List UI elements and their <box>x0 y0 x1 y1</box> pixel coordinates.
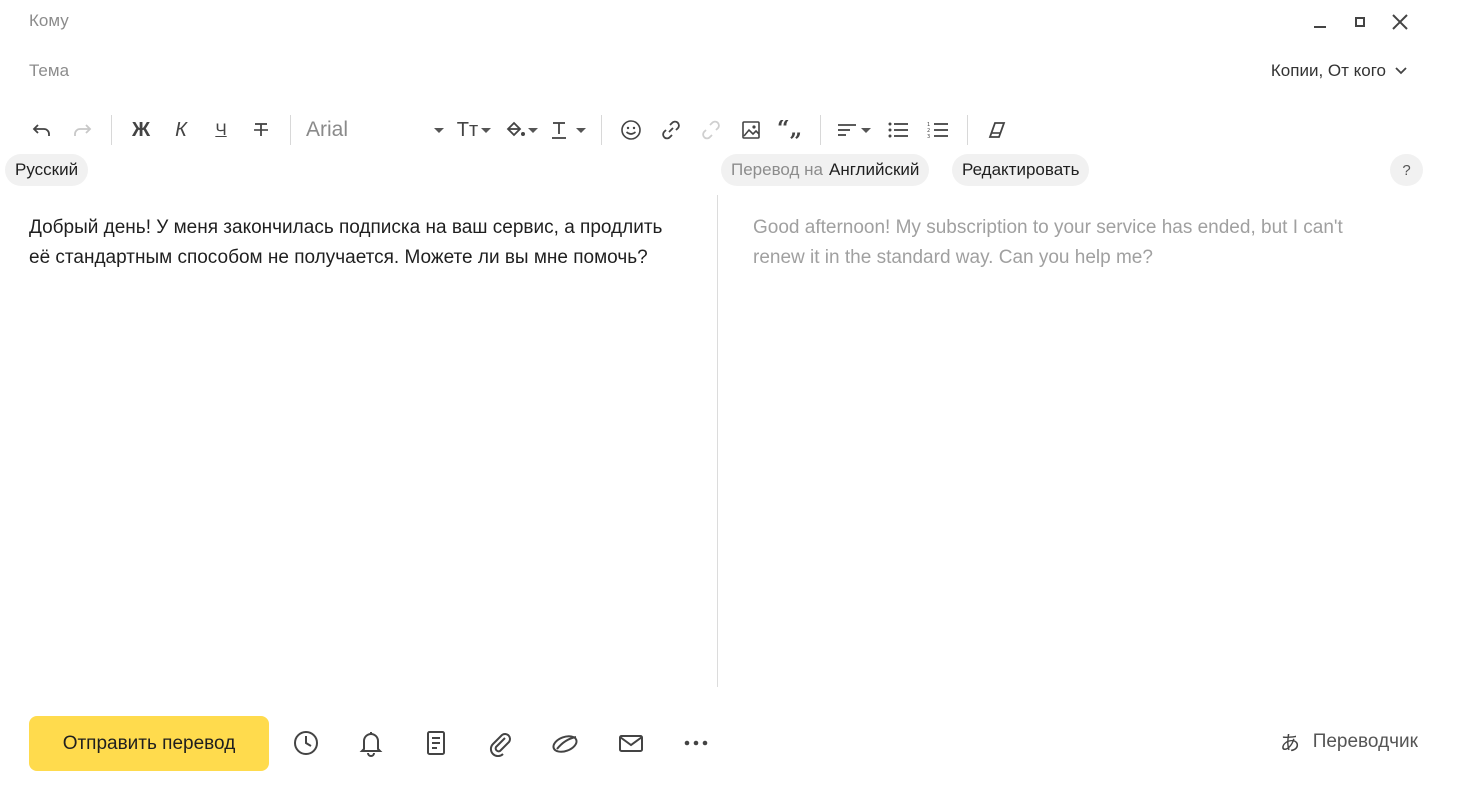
template-icon <box>427 731 445 755</box>
underline-label: Ч <box>215 120 227 139</box>
cc-from-label: Копии, От кого <box>1270 61 1386 80</box>
undo-button[interactable] <box>22 110 62 150</box>
numbered-list-button[interactable]: 123 <box>918 110 958 150</box>
align-left-icon <box>838 124 856 136</box>
templates-button[interactable] <box>416 723 456 763</box>
quote-button[interactable]: “„ <box>771 110 811 150</box>
strikethrough-icon <box>254 123 268 136</box>
target-language-chip[interactable]: Перевод на Английский <box>721 154 930 186</box>
redo-button[interactable] <box>62 110 102 150</box>
more-icon <box>684 740 708 746</box>
toolbar-divider <box>601 115 602 145</box>
insert-link-button[interactable] <box>651 110 691 150</box>
formatting-toolbar: Ж К Ч Arial Тт “„ 1 2 3 <box>22 110 1017 150</box>
schedule-send-button[interactable] <box>286 723 326 763</box>
bold-button[interactable]: Ж <box>121 110 161 150</box>
strikethrough-button[interactable] <box>241 110 281 150</box>
close-icon <box>1392 14 1408 30</box>
emoji-icon <box>621 120 641 140</box>
caret-down-icon <box>481 127 492 133</box>
notify-on-read-button[interactable] <box>611 723 651 763</box>
quote-icon: “„ <box>777 120 802 140</box>
send-translation-button[interactable]: Отправить перевод <box>29 716 269 771</box>
help-button[interactable]: ? <box>1390 154 1423 186</box>
pane-divider <box>717 195 718 687</box>
more-options-button[interactable] <box>676 723 716 763</box>
toolbar-divider <box>967 115 968 145</box>
fill-color-button[interactable] <box>498 110 544 150</box>
italic-label: К <box>175 118 187 141</box>
attach-from-disk-button[interactable] <box>545 723 585 763</box>
bell-icon <box>359 732 383 757</box>
paint-bucket-icon <box>506 121 525 137</box>
send-translation-label: Отправить перевод <box>62 732 236 754</box>
translator-toggle[interactable]: あ Переводчик <box>1279 729 1418 755</box>
edit-translation-button[interactable]: Редактировать <box>952 154 1090 186</box>
attach-icon <box>489 733 511 757</box>
chevron-down-icon <box>1395 67 1407 75</box>
svg-text:あ: あ <box>1280 731 1300 755</box>
source-language-label: Русский <box>15 160 79 179</box>
target-language-label: Английский <box>829 160 920 179</box>
cc-from-toggle[interactable]: Копии, От кого <box>1271 61 1408 81</box>
svg-text:3: 3 <box>927 134 930 139</box>
underline-button[interactable]: Ч <box>201 110 241 150</box>
link-icon <box>662 120 680 140</box>
bold-label: Ж <box>131 118 151 141</box>
maximize-button[interactable] <box>1346 8 1374 36</box>
bulleted-list-button[interactable] <box>878 110 918 150</box>
caret-down-icon <box>861 127 871 133</box>
unlink-icon <box>702 120 720 140</box>
clock-icon <box>294 731 318 755</box>
toolbar-divider <box>111 115 112 145</box>
minimize-button[interactable] <box>1306 8 1334 36</box>
image-icon <box>742 121 760 139</box>
edit-translation-label: Редактировать <box>962 160 1080 179</box>
close-button[interactable] <box>1386 8 1414 36</box>
toolbar-divider <box>290 115 291 145</box>
attach-file-button[interactable] <box>480 723 520 763</box>
emoji-button[interactable] <box>611 110 651 150</box>
font-size-label: Тт <box>456 118 479 141</box>
align-button[interactable] <box>830 110 878 150</box>
minimize-icon <box>1314 26 1326 28</box>
help-label: ? <box>1402 161 1411 179</box>
translate-icon: あ <box>1280 731 1300 755</box>
caret-down-icon <box>528 127 538 133</box>
translated-text[interactable]: Good afternoon! My subscription to your … <box>753 213 1393 273</box>
redo-icon <box>74 124 92 136</box>
remove-link-button[interactable] <box>691 110 731 150</box>
font-family-value: Arial <box>306 118 349 141</box>
numbered-list-icon: 123 <box>927 122 948 139</box>
target-prefix-label: Перевод на <box>731 160 823 179</box>
font-size-button[interactable]: Тт <box>450 110 498 150</box>
source-text[interactable]: Добрый день! У меня закончилась подписка… <box>29 213 679 273</box>
text-color-button[interactable] <box>544 110 592 150</box>
caret-down-icon <box>434 127 444 133</box>
source-language-chip[interactable]: Русский <box>5 154 89 186</box>
to-field[interactable]: Кому <box>29 11 69 31</box>
envelope-icon <box>619 735 643 752</box>
cloud-attach-icon <box>552 735 578 753</box>
subject-field[interactable]: Тема <box>29 61 69 81</box>
insert-image-button[interactable] <box>731 110 771 150</box>
text-color-icon <box>552 122 566 139</box>
translator-label: Переводчик <box>1312 731 1418 752</box>
svg-text:“„: “„ <box>777 120 802 140</box>
toolbar-divider <box>820 115 821 145</box>
reminder-button[interactable] <box>351 723 391 763</box>
font-family-select[interactable]: Arial <box>300 110 450 150</box>
caret-down-icon <box>576 127 586 133</box>
undo-icon <box>32 124 50 136</box>
maximize-icon <box>1355 17 1365 27</box>
bulleted-list-icon <box>888 122 908 138</box>
eraser-icon <box>988 122 1006 138</box>
italic-button[interactable]: К <box>161 110 201 150</box>
clear-formatting-button[interactable] <box>977 110 1017 150</box>
